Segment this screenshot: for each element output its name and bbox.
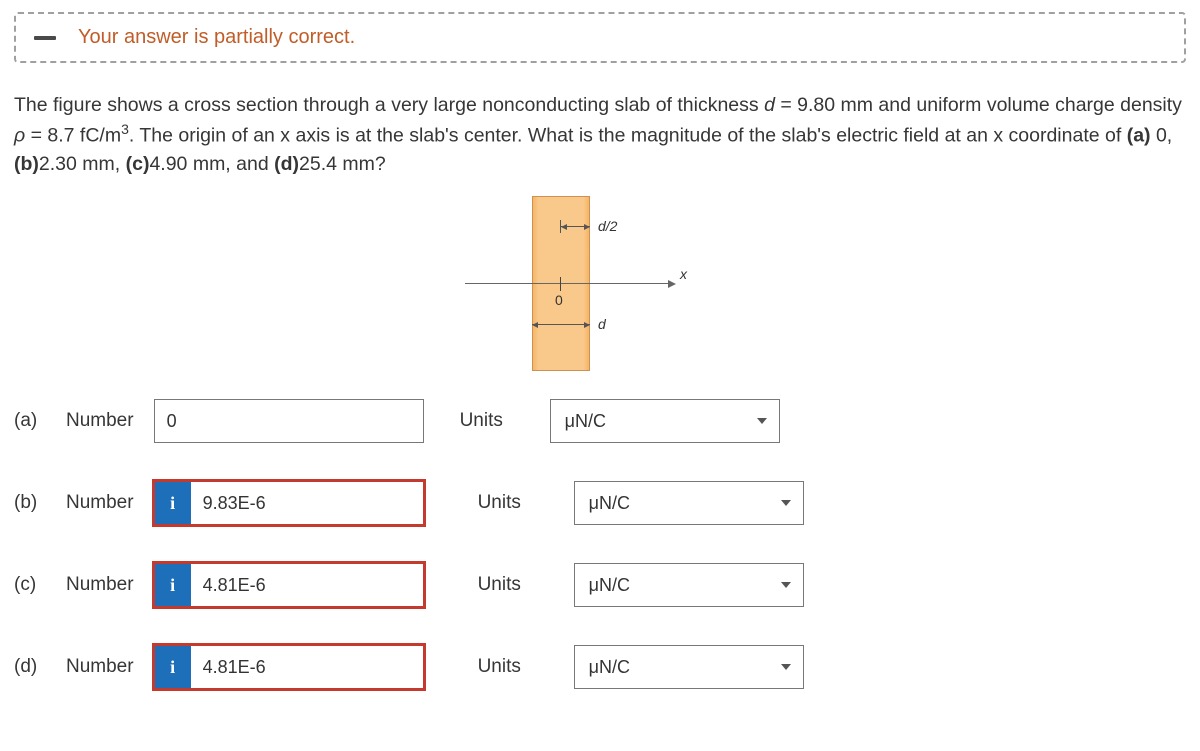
q-av: 0, — [1151, 125, 1173, 147]
minus-icon — [34, 36, 56, 40]
q-eq2: = 8.7 fC/m — [25, 125, 121, 147]
units-value-b: μN/C — [589, 493, 630, 514]
units-value-c: μN/C — [589, 575, 630, 596]
q-b: (b) — [14, 153, 39, 175]
d-label: d — [598, 316, 606, 332]
answers-section: (a) Number Units μN/C (b) Number i Units… — [14, 399, 1186, 689]
number-input-d[interactable] — [191, 646, 447, 688]
q-eq1: = 9.80 mm and uniform volume charge dens… — [775, 94, 1182, 116]
slab-figure: 0 x d/2 d — [490, 196, 710, 371]
answer-row-d: (d) Number i Units μN/C — [14, 645, 1186, 689]
q-p2: . The origin of an x axis is at the slab… — [129, 125, 1127, 147]
q-p1: The figure shows a cross section through… — [14, 94, 764, 116]
info-icon[interactable]: i — [155, 482, 191, 524]
number-input-a[interactable] — [155, 400, 423, 442]
origin-label: 0 — [555, 292, 563, 308]
info-icon[interactable]: i — [155, 564, 191, 606]
d-dim-line — [532, 324, 590, 325]
units-select-b[interactable]: μN/C — [574, 481, 804, 525]
q-bv: 2.30 mm, — [39, 153, 126, 175]
d2-label: d/2 — [598, 218, 617, 234]
number-input-b[interactable] — [191, 482, 447, 524]
units-label: Units — [478, 492, 554, 514]
units-value-d: μN/C — [589, 657, 630, 678]
q-rho: ρ — [14, 125, 25, 147]
part-label-b: (b) — [14, 492, 52, 514]
q-dv: 25.4 mm? — [299, 153, 386, 175]
x-axis-label: x — [680, 266, 687, 282]
q-cv: 4.90 mm, and — [149, 153, 274, 175]
part-label-a: (a) — [14, 410, 52, 432]
units-label: Units — [460, 410, 536, 432]
answer-row-c: (c) Number i Units μN/C — [14, 563, 1186, 607]
x-axis-line — [465, 283, 670, 284]
q-d: d — [764, 94, 775, 116]
part-label-d: (d) — [14, 656, 52, 678]
info-icon[interactable]: i — [155, 646, 191, 688]
units-select-d[interactable]: μN/C — [574, 645, 804, 689]
feedback-banner: Your answer is partially correct. — [14, 12, 1186, 63]
origin-tick — [560, 277, 561, 291]
arrow-right-icon — [584, 224, 590, 230]
q-sup: 3 — [121, 121, 129, 137]
number-label: Number — [66, 410, 134, 432]
number-label: Number — [66, 492, 134, 514]
chevron-down-icon — [757, 418, 767, 424]
figure-container: 0 x d/2 d — [14, 196, 1186, 371]
number-input-box-d: i — [154, 645, 424, 689]
units-select-a[interactable]: μN/C — [550, 399, 780, 443]
number-label: Number — [66, 656, 134, 678]
q-a: (a) — [1127, 125, 1151, 147]
units-label: Units — [478, 656, 554, 678]
feedback-message: Your answer is partially correct. — [78, 26, 355, 49]
units-label: Units — [478, 574, 554, 596]
arrow-right-icon — [584, 322, 590, 328]
number-label: Number — [66, 574, 134, 596]
number-input-box-a — [154, 399, 424, 443]
number-input-box-c: i — [154, 563, 424, 607]
units-select-c[interactable]: μN/C — [574, 563, 804, 607]
x-axis-arrow-icon — [668, 280, 676, 288]
question-text: The figure shows a cross section through… — [14, 91, 1186, 178]
answer-row-b: (b) Number i Units μN/C — [14, 481, 1186, 525]
answer-row-a: (a) Number Units μN/C — [14, 399, 1186, 443]
number-input-c[interactable] — [191, 564, 447, 606]
q-d2: (d) — [274, 153, 299, 175]
arrow-left-icon — [561, 224, 567, 230]
chevron-down-icon — [781, 500, 791, 506]
arrow-left-icon — [532, 322, 538, 328]
q-c: (c) — [126, 153, 150, 175]
chevron-down-icon — [781, 664, 791, 670]
part-label-c: (c) — [14, 574, 52, 596]
number-input-box-b: i — [154, 481, 424, 525]
chevron-down-icon — [781, 582, 791, 588]
units-value-a: μN/C — [565, 411, 606, 432]
